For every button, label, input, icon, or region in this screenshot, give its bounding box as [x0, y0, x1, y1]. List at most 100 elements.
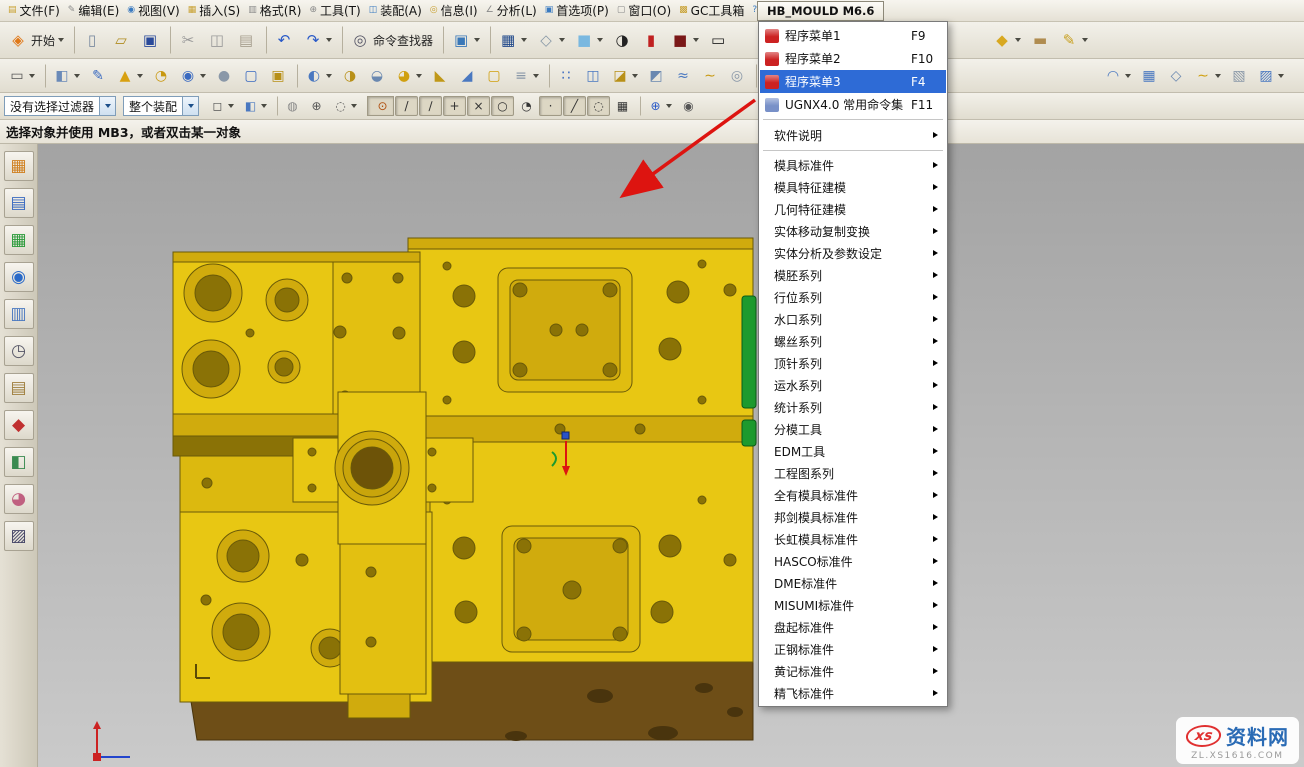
menu-file[interactable]: ▤ 文件(F) [4, 0, 64, 21]
menu-item-slider-series[interactable]: 行位系列 [760, 286, 946, 308]
studio-surface-icon[interactable]: ∼ [1190, 64, 1225, 88]
system-scene-icon[interactable]: ▨ [4, 521, 34, 551]
general-object-icon[interactable]: ◍ [277, 96, 304, 116]
menu-preferences[interactable]: ▣ 首选项(P) [541, 0, 613, 21]
paste-icon[interactable]: ▤ [232, 26, 260, 54]
tube-icon[interactable]: ◎ [724, 64, 750, 88]
magnifier-icon[interactable]: ◉ [677, 96, 700, 116]
menu-item-misumi-standard-parts[interactable]: MISUMI标准件 [760, 594, 946, 616]
pattern-feature-icon[interactable]: ∷ [549, 64, 579, 88]
snap-intersection-icon[interactable]: × [467, 96, 490, 116]
menu-analysis[interactable]: ∠ 分析(L) [482, 0, 541, 21]
swept-surface-icon[interactable]: ◠ [1100, 64, 1135, 88]
menu-item-quanyou-mold-standard-parts[interactable]: 全有模具标准件 [760, 484, 946, 506]
menu-item-zhenggang-standard-parts[interactable]: 正钢标准件 [760, 638, 946, 660]
edge-blend-icon[interactable]: ◕ [391, 64, 426, 88]
extrude-icon[interactable]: ▲ [112, 64, 147, 88]
dark-box-icon[interactable]: ■ [666, 26, 703, 54]
red-cylinder-icon[interactable]: ▮ [637, 26, 665, 54]
unite-icon[interactable]: ◐ [297, 64, 336, 88]
command-finder-icon[interactable]: ◎ 命令查找器 [342, 26, 437, 54]
assembly-navigator-icon[interactable]: ▤ [4, 188, 34, 218]
menu-item-mold-standard-parts[interactable]: 模具标准件 [760, 154, 946, 176]
sew-icon[interactable]: ▨ [1253, 64, 1288, 88]
dropdown-arrow-icon[interactable] [182, 97, 198, 115]
save-icon[interactable]: ▣ [136, 26, 164, 54]
undo-icon[interactable]: ↶ [266, 26, 298, 54]
menu-item-solid-move-copy-transform[interactable]: 实体移动复制变换 [760, 220, 946, 242]
menu-view[interactable]: ◉ 视图(V) [123, 0, 183, 21]
dropdown-arrow-icon[interactable] [99, 97, 115, 115]
datum-plane-icon[interactable]: ◧ [45, 64, 84, 88]
menu-item-hasco-standard-parts[interactable]: HASCO标准件 [760, 550, 946, 572]
snap-grid-icon[interactable]: ▦ [611, 96, 634, 116]
pad-icon[interactable]: ▣ [265, 64, 291, 88]
snap-point-on-curve-icon[interactable]: ╱ [563, 96, 586, 116]
trim-body-icon[interactable]: ◪ [607, 64, 642, 88]
shaded-display-icon[interactable]: ◑ [608, 26, 636, 54]
toolbox-icon[interactable]: ▦ [4, 151, 34, 181]
pocket-icon[interactable]: ▢ [238, 64, 264, 88]
menu-item-huangji-standard-parts[interactable]: 黄记标准件 [760, 660, 946, 682]
copy-icon[interactable]: ◫ [203, 26, 231, 54]
snap-existing-point-icon[interactable]: · [539, 96, 562, 116]
menu-item-dme-standard-parts[interactable]: DME标准件 [760, 572, 946, 594]
menu-item-cooling-series[interactable]: 运水系列 [760, 374, 946, 396]
start-button[interactable]: ◈ 开始 [4, 26, 68, 54]
draft-icon[interactable]: ◢ [454, 64, 480, 88]
thread-icon[interactable]: ≡ [508, 64, 543, 88]
boss-icon[interactable]: ● [211, 64, 237, 88]
menu-item-bangjian-mold-standard-parts[interactable]: 邦剑模具标准件 [760, 506, 946, 528]
menu-item-edm-tools[interactable]: EDM工具 [760, 440, 946, 462]
measure-ruler-icon[interactable]: ▬ [1026, 26, 1054, 54]
menu-information[interactable]: ◎ 信息(I) [426, 0, 482, 21]
menu-insert[interactable]: ▦ 插入(S) [184, 0, 245, 21]
selection-filter-combo[interactable]: 没有选择过滤器 [4, 96, 116, 116]
cut-icon[interactable]: ✂ [170, 26, 202, 54]
sweep-icon[interactable]: ∼ [697, 64, 723, 88]
menu-item-punch-standard-parts[interactable]: 盘起标准件 [760, 616, 946, 638]
wcs-icon[interactable]: ⊕ [640, 96, 676, 116]
graphics-window[interactable] [38, 144, 1304, 767]
menu-edit[interactable]: ✎ 编辑(E) [64, 0, 124, 21]
manufacturing-icon[interactable]: ◧ [4, 447, 34, 477]
snap-control-point-icon[interactable]: + [443, 96, 466, 116]
intersect-icon[interactable]: ◒ [364, 64, 390, 88]
revolve-icon[interactable]: ◔ [148, 64, 174, 88]
process-studio-icon[interactable]: ◆ [4, 410, 34, 440]
menu-item-gate-series[interactable]: 水口系列 [760, 308, 946, 330]
subtract-icon[interactable]: ◑ [337, 64, 363, 88]
selection-scope-icon[interactable]: ◧ [239, 96, 271, 116]
history-icon[interactable]: ◷ [4, 336, 34, 366]
cube-view-icon[interactable]: ■ [570, 26, 607, 54]
redo-icon[interactable]: ↷ [299, 26, 336, 54]
menu-item-software-help[interactable]: 软件说明 [760, 123, 946, 147]
menu-item-moldbase-series[interactable]: 模胚系列 [760, 264, 946, 286]
hole-icon[interactable]: ◉ [175, 64, 210, 88]
reuse-library-icon[interactable]: ▥ [4, 299, 34, 329]
new-file-icon[interactable]: ▯ [74, 26, 106, 54]
window-frame-icon[interactable]: ▭ [704, 26, 732, 54]
menu-item-statistics-series[interactable]: 统计系列 [760, 396, 946, 418]
menu-window[interactable]: ▢ 窗口(O) [613, 0, 675, 21]
menu-item-screw-series[interactable]: 螺丝系列 [760, 330, 946, 352]
n-sided-surface-icon[interactable]: ◇ [1163, 64, 1189, 88]
menu-gc-toolbox[interactable]: ▩ GC工具箱 [675, 0, 748, 21]
menu-item-ejector-pin-series[interactable]: 顶针系列 [760, 352, 946, 374]
type-filter-icon[interactable]: ◻ [206, 96, 238, 116]
open-icon[interactable]: ▱ [107, 26, 135, 54]
chamfer-icon[interactable]: ◣ [427, 64, 453, 88]
split-body-icon[interactable]: ◩ [643, 64, 669, 88]
snap-arc-center-icon[interactable]: ○ [491, 96, 514, 116]
selection-scope-combo[interactable]: 整个装配 [123, 96, 199, 116]
snap-endpoint-icon[interactable]: / [395, 96, 418, 116]
menu-tools[interactable]: ⊕ 工具(T) [305, 0, 364, 21]
snap-midpoint-icon[interactable]: ∕ [419, 96, 442, 116]
workspace-tab-hb-mould[interactable]: HB_MOULD M6.6 [757, 1, 884, 21]
sketch-tool-icon[interactable]: ▭ [4, 64, 39, 88]
part-navigator-icon[interactable]: ▦ [4, 225, 34, 255]
shell-icon[interactable]: ▢ [481, 64, 507, 88]
view-layout-icon[interactable]: ▦ [490, 26, 531, 54]
crosshair-select-icon[interactable]: ⊕ [305, 96, 328, 116]
annotation-pen-icon[interactable]: ✎ [1055, 26, 1092, 54]
